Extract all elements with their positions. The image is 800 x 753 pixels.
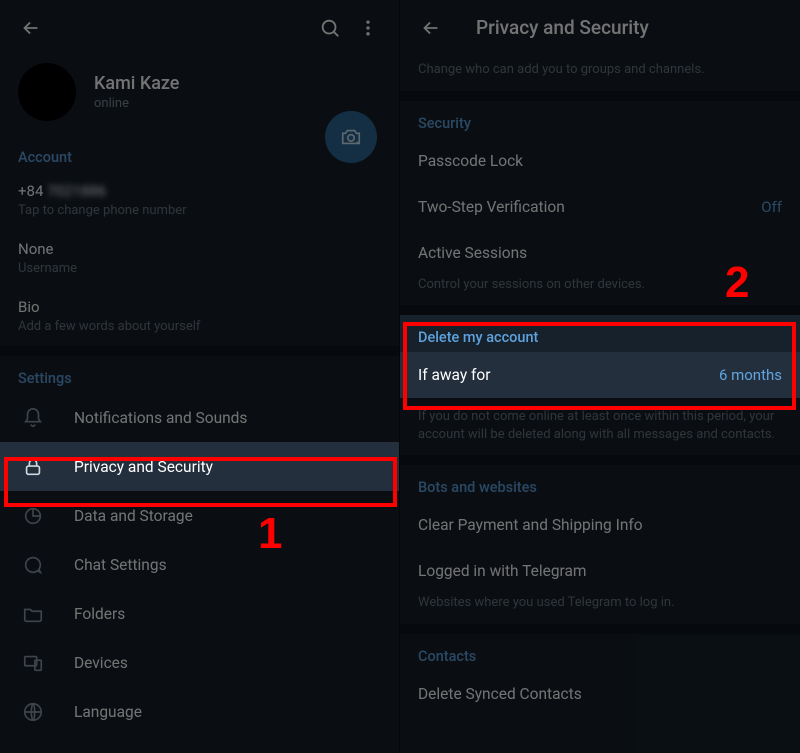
settings-chat[interactable]: Chat Settings	[0, 540, 399, 589]
lock-icon	[18, 452, 48, 482]
logged-telegram-row[interactable]: Logged in with Telegram	[400, 548, 800, 594]
settings-language[interactable]: Language	[0, 687, 399, 736]
annotation-1: 1	[258, 509, 282, 559]
back-icon[interactable]	[12, 9, 50, 47]
settings-notifications[interactable]: Notifications and Sounds	[0, 393, 399, 442]
profile-name: Kami Kaze	[94, 73, 179, 94]
phone-row[interactable]: +84 7021886 Tap to change phone number	[0, 172, 399, 230]
settings-folders[interactable]: Folders	[0, 589, 399, 638]
two-step-row[interactable]: Two-Step Verification Off	[400, 184, 800, 230]
settings-data[interactable]: Data and Storage	[0, 491, 399, 540]
passcode-row[interactable]: Passcode Lock	[400, 138, 800, 184]
security-header: Security	[400, 101, 800, 138]
back-icon[interactable]	[412, 9, 450, 47]
settings-privacy[interactable]: Privacy and Security	[0, 442, 399, 491]
if-away-row[interactable]: If away for 6 months	[400, 352, 800, 398]
annotation-2: 2	[725, 258, 749, 308]
camera-button[interactable]	[325, 111, 377, 163]
bots-header: Bots and websites	[400, 465, 800, 502]
more-icon[interactable]	[349, 9, 387, 47]
avatar[interactable]	[18, 63, 76, 121]
bio-row[interactable]: Bio Add a few words about yourself	[0, 288, 399, 346]
delete-header: Delete my account	[400, 315, 800, 352]
contacts-header: Contacts	[400, 634, 800, 671]
bots-hint: Websites where you used Telegram to log …	[400, 594, 800, 624]
username-row[interactable]: None Username	[0, 230, 399, 288]
delete-synced-row[interactable]: Delete Synced Contacts	[400, 671, 800, 717]
bell-icon	[18, 403, 48, 433]
devices-icon	[18, 648, 48, 678]
settings-header: Settings	[0, 356, 399, 393]
folder-icon	[18, 599, 48, 629]
pie-icon	[18, 501, 48, 531]
globe-icon	[18, 697, 48, 727]
chat-icon	[18, 550, 48, 580]
groups-hint: Change who can add you to groups and cha…	[400, 55, 800, 91]
profile-status: online	[94, 96, 179, 111]
search-icon[interactable]	[311, 9, 349, 47]
profile-header: Kami Kaze online	[0, 55, 399, 135]
delete-hint: If you do not come online at least once …	[400, 398, 800, 455]
settings-devices[interactable]: Devices	[0, 638, 399, 687]
page-title: Privacy and Security	[476, 16, 788, 39]
clear-payment-row[interactable]: Clear Payment and Shipping Info	[400, 502, 800, 548]
